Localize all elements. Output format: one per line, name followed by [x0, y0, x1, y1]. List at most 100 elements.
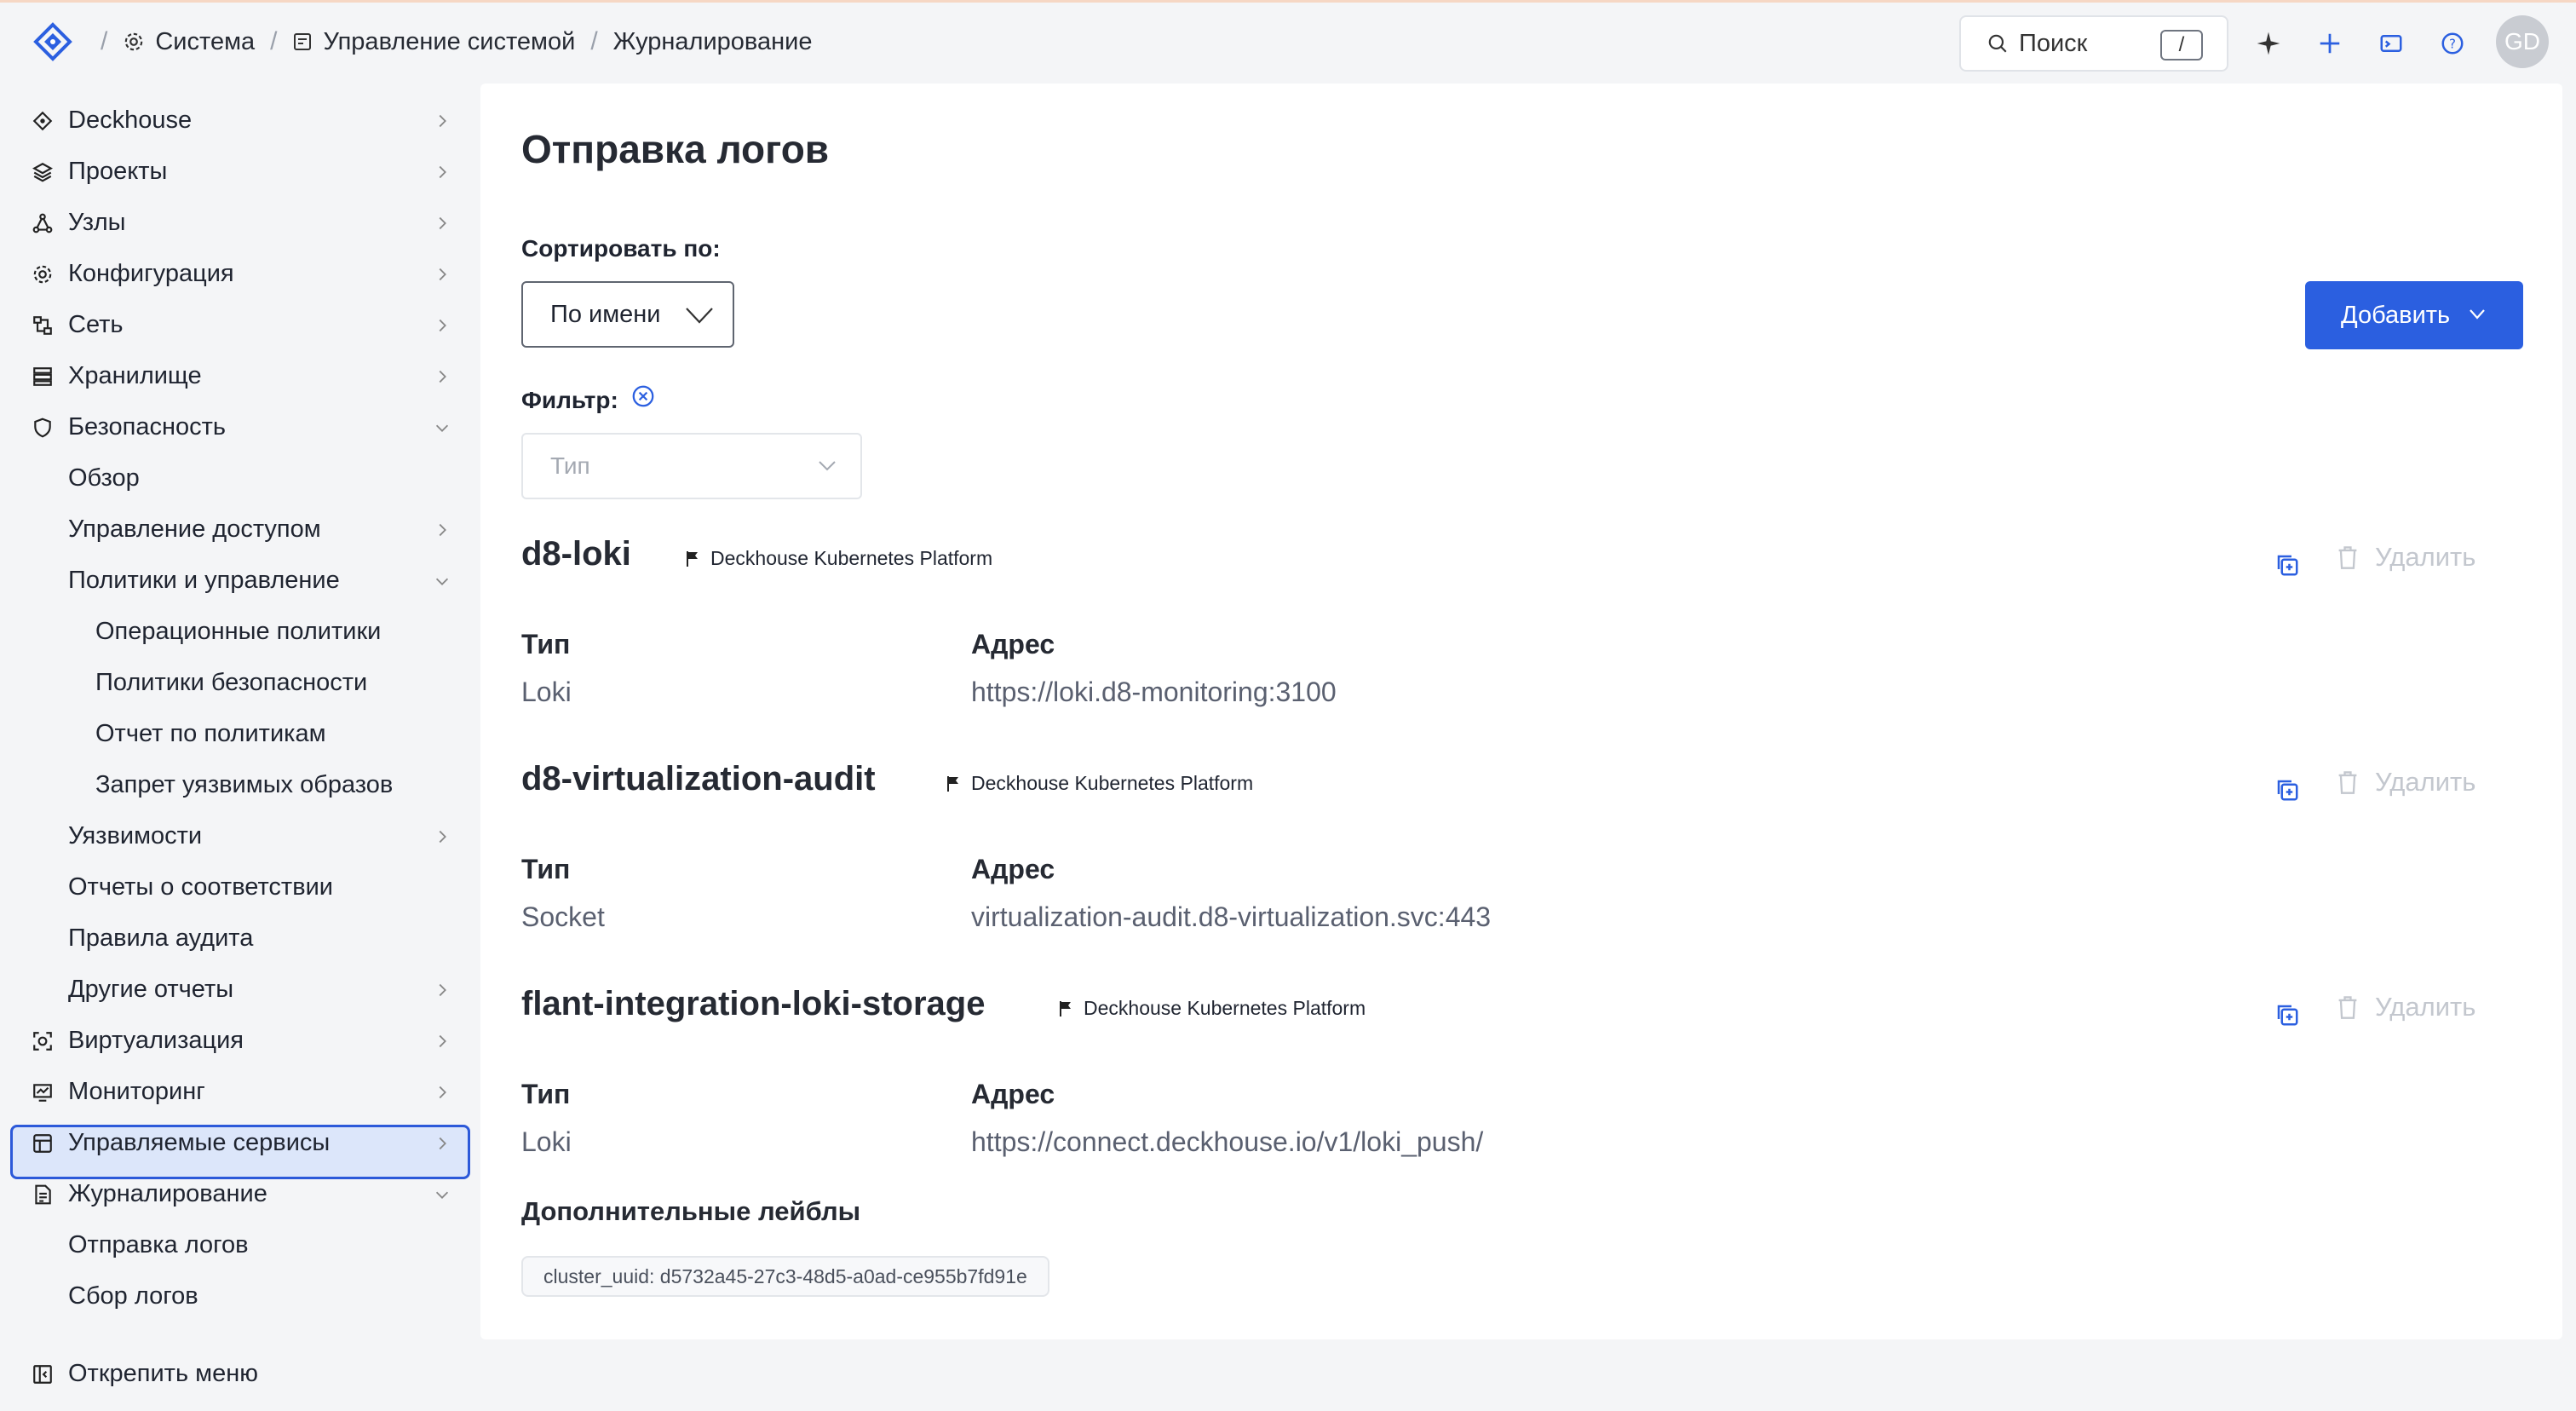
- sidebar-item-audit-rules[interactable]: Правила аудита: [0, 913, 477, 964]
- type-header: Тип: [521, 854, 571, 884]
- sidebar-item-monitoring[interactable]: Мониторинг: [0, 1066, 477, 1117]
- sidebar-item-label: Deckhouse: [68, 106, 193, 134]
- sort-select-value: По имени: [550, 300, 661, 328]
- sidebar-item-logging[interactable]: Журналирование: [0, 1168, 477, 1219]
- sidebar-item-log-shipping[interactable]: Отправка логов: [0, 1219, 477, 1270]
- chevron-down-icon: [686, 308, 713, 324]
- sidebar-item-label: Узлы: [68, 208, 126, 236]
- log-icon: [31, 1183, 55, 1207]
- trash-icon: [2338, 546, 2357, 569]
- type-value: Loki: [521, 677, 572, 707]
- help-icon[interactable]: ?: [2438, 29, 2467, 58]
- sidebar-item-network[interactable]: Сеть: [0, 299, 477, 350]
- chevron-right-icon: [439, 830, 446, 844]
- sidebar-item-label: Отправка логов: [68, 1230, 249, 1258]
- delete-button[interactable]: Удалить: [2336, 992, 2475, 1022]
- flag-icon: [1060, 1000, 1071, 1016]
- breadcrumb-item-system-management[interactable]: Управление системой: [292, 28, 575, 56]
- sidebar-item-managed-services[interactable]: Управляемые сервисы: [0, 1117, 477, 1168]
- chevron-down-icon: [819, 461, 836, 471]
- sidebar-item-label: Хранилище: [68, 361, 202, 389]
- sidebar-item-label: Отчеты о соответствии: [68, 873, 333, 901]
- sidebar-item-label: Мониторинг: [68, 1077, 205, 1105]
- chevron-right-icon: [439, 268, 446, 281]
- platform-tag-label: Deckhouse Kubernetes Platform: [1084, 997, 1366, 1019]
- sidebar: Deckhouse Проекты Узлы Конфигурация Сеть…: [0, 95, 477, 1322]
- chevron-right-icon: [439, 1137, 446, 1150]
- sidebar-item-virtualization[interactable]: Виртуализация: [0, 1015, 477, 1066]
- sidebar-item-policies[interactable]: Политики и управление: [0, 555, 477, 606]
- shield-icon: [31, 416, 55, 440]
- breadcrumb-separator: /: [101, 27, 108, 55]
- chevron-right-icon: [439, 216, 446, 230]
- plus-icon[interactable]: [2315, 29, 2344, 58]
- sidebar-item-policy-report[interactable]: Отчет по политикам: [0, 708, 477, 759]
- sidebar-item-label: Безопасность: [68, 412, 226, 441]
- type-filter-select[interactable]: Тип: [521, 433, 862, 499]
- sparkle-icon[interactable]: [2254, 29, 2283, 58]
- gear-icon: [125, 32, 143, 51]
- sidebar-item-label: Запрет уязвимых образов: [95, 770, 394, 798]
- chevron-right-icon: [439, 319, 446, 332]
- sidebar-item-security[interactable]: Безопасность: [0, 401, 477, 452]
- type-value: Loki: [521, 1126, 572, 1157]
- delete-button[interactable]: Удалить: [2336, 542, 2475, 573]
- copy-icon[interactable]: [2274, 1002, 2300, 1032]
- copy-icon[interactable]: [2274, 777, 2300, 807]
- app-header: / Система / Управление системой / Журнал…: [0, 3, 2576, 81]
- delete-button[interactable]: Удалить: [2336, 767, 2475, 798]
- sidebar-item-label: Журналирование: [68, 1179, 267, 1207]
- type-filter-placeholder: Тип: [550, 452, 590, 479]
- chevron-right-icon: [439, 165, 446, 179]
- sidebar-item-security-policies[interactable]: Политики безопасности: [0, 657, 477, 708]
- extra-labels-title: Дополнительные лейблы: [521, 1196, 861, 1226]
- sidebar-item-configuration[interactable]: Конфигурация: [0, 248, 477, 299]
- delete-button-label: Удалить: [2375, 992, 2476, 1022]
- chevron-right-icon: [439, 983, 446, 997]
- sidebar-item-label: Управление доступом: [68, 515, 321, 543]
- sidebar-item-vulnerable-images-ban[interactable]: Запрет уязвимых образов: [0, 759, 477, 810]
- sidebar-item-label: Политики безопасности: [95, 668, 368, 696]
- destination-name: d8-virtualization-audit: [521, 760, 876, 798]
- sidebar-item-nodes[interactable]: Узлы: [0, 197, 477, 248]
- flag-icon: [687, 550, 698, 567]
- clear-filter-icon[interactable]: [630, 383, 656, 413]
- unpin-menu-button[interactable]: Открепить меню: [0, 1348, 477, 1399]
- sidebar-item-label: Управляемые сервисы: [68, 1128, 331, 1156]
- nodes-icon: [31, 211, 55, 235]
- address-value: virtualization-audit.d8-virtualization.s…: [971, 901, 1492, 932]
- sidebar-item-label: Отчет по политикам: [95, 719, 326, 747]
- sidebar-item-compliance-reports[interactable]: Отчеты о соответствии: [0, 861, 477, 913]
- sort-select[interactable]: По имени: [521, 281, 734, 348]
- copy-icon[interactable]: [2274, 552, 2300, 582]
- add-button[interactable]: Добавить: [2305, 281, 2523, 349]
- sidebar-item-deckhouse[interactable]: Deckhouse: [0, 95, 477, 146]
- delete-button-label: Удалить: [2375, 767, 2476, 797]
- breadcrumb-item-logging: Журналирование: [613, 28, 813, 56]
- deckhouse-logo-icon[interactable]: [32, 21, 73, 62]
- search-button[interactable]: Поиск /: [1959, 15, 2228, 72]
- sidebar-item-storage[interactable]: Хранилище: [0, 350, 477, 401]
- sidebar-item-log-collection[interactable]: Сбор логов: [0, 1270, 477, 1322]
- sidebar-item-operational-policies[interactable]: Операционные политики: [0, 606, 477, 657]
- sidebar-item-other-reports[interactable]: Другие отчеты: [0, 964, 477, 1015]
- sidebar-item-access-management[interactable]: Управление доступом: [0, 504, 477, 555]
- platform-tag-label: Deckhouse Kubernetes Platform: [710, 547, 993, 569]
- chevron-down-icon: [2470, 309, 2485, 320]
- sort-label: Сортировать по:: [521, 235, 721, 262]
- avatar[interactable]: GD: [2496, 15, 2549, 68]
- breadcrumb-item-system[interactable]: Система: [123, 28, 255, 56]
- sidebar-item-label: Конфигурация: [68, 259, 234, 287]
- breadcrumb-label: Система: [155, 27, 256, 55]
- sidebar-item-label: Операционные политики: [95, 617, 382, 645]
- destination-name: d8-loki: [521, 535, 631, 573]
- terminal-icon[interactable]: [2377, 29, 2406, 58]
- sidebar-item-overview[interactable]: Обзор: [0, 452, 477, 504]
- platform-tag-label: Deckhouse Kubernetes Platform: [971, 772, 1254, 794]
- services-icon: [31, 1132, 55, 1155]
- chevron-right-icon: [439, 1034, 446, 1048]
- address-value: https://connect.deckhouse.io/v1/loki_pus…: [971, 1126, 1484, 1157]
- sidebar-item-projects[interactable]: Проекты: [0, 146, 477, 197]
- breadcrumb-label: Управление системой: [323, 27, 576, 55]
- sidebar-item-vulnerabilities[interactable]: Уязвимости: [0, 810, 477, 861]
